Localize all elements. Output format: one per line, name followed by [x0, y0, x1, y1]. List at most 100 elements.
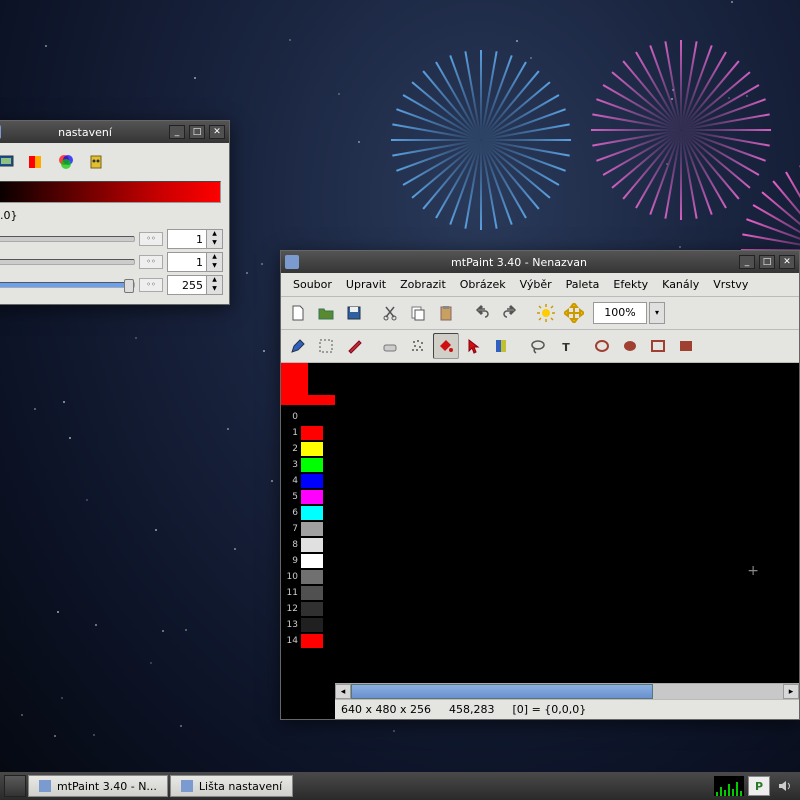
maximize-button[interactable]: □	[759, 255, 775, 269]
pan-icon[interactable]	[561, 300, 587, 326]
menu-paleta[interactable]: Paleta	[560, 276, 606, 293]
taskbar: mtPaint 3.40 - N... Lišta nastavení P	[0, 772, 800, 800]
palette-item[interactable]: 4	[281, 473, 335, 489]
rect-fill-icon[interactable]	[673, 333, 699, 359]
palette-icon[interactable]	[25, 151, 47, 173]
screen-icon[interactable]	[0, 151, 17, 173]
close-button[interactable]: ✕	[209, 125, 225, 139]
undo-icon[interactable]	[469, 300, 495, 326]
spinbox-1[interactable]: ▲▼	[167, 229, 223, 249]
palette-item[interactable]: 9	[281, 553, 335, 569]
tray-icon[interactable]: P	[748, 776, 770, 796]
zoom-dropdown[interactable]: ▾	[649, 302, 665, 324]
maximize-button[interactable]: □	[189, 125, 205, 139]
spinbox-2[interactable]: ▲▼	[167, 252, 223, 272]
scroll-right-button[interactable]: ▸	[783, 684, 799, 699]
slider-row-3: ◦◦ ▲▼	[0, 275, 223, 295]
window-icon	[285, 255, 299, 269]
toolbar-file: 100% ▾	[281, 297, 799, 330]
taskbar-item[interactable]: mtPaint 3.40 - N...	[28, 775, 168, 797]
slider-row-1: ◦◦ ▲▼	[0, 229, 223, 249]
workspace: 01234567891011121314 + ◂ ▸ 640 x 480 x 2…	[281, 363, 799, 719]
palette-item[interactable]: 8	[281, 537, 335, 553]
rgb-icon[interactable]	[55, 151, 77, 173]
volume-icon[interactable]	[774, 776, 796, 796]
horizontal-scrollbar[interactable]: ◂ ▸	[335, 683, 799, 699]
palette-item[interactable]: 13	[281, 617, 335, 633]
crosshair-cursor: +	[747, 563, 759, 579]
scroll-left-button[interactable]: ◂	[335, 684, 351, 699]
new-file-icon[interactable]	[285, 300, 311, 326]
brightness-icon[interactable]	[533, 300, 559, 326]
slider-3[interactable]	[0, 282, 135, 288]
minimize-button[interactable]: _	[169, 125, 185, 139]
ellipse-fill-icon[interactable]	[617, 333, 643, 359]
pencil-icon[interactable]	[285, 333, 311, 359]
svg-text:T: T	[562, 341, 570, 354]
settings-window: nastavení _ □ ✕ 0.0} ◦◦ ▲▼ ◦◦ ▲▼ ◦◦ ▲▼	[0, 120, 230, 305]
fg-color[interactable]	[281, 363, 308, 395]
palette-item[interactable]: 6	[281, 505, 335, 521]
copy-icon[interactable]	[405, 300, 431, 326]
palette-item[interactable]: 11	[281, 585, 335, 601]
palette-item[interactable]: 7	[281, 521, 335, 537]
menu-efekty[interactable]: Efekty	[607, 276, 654, 293]
palette-item[interactable]: 10	[281, 569, 335, 585]
start-button[interactable]	[4, 775, 26, 797]
palette-item[interactable]: 5	[281, 489, 335, 505]
taskbar-item[interactable]: Lišta nastavení	[170, 775, 293, 797]
palette-item[interactable]: 1	[281, 425, 335, 441]
menu-kanály[interactable]: Kanály	[656, 276, 705, 293]
select-icon[interactable]	[313, 333, 339, 359]
eraser-icon[interactable]	[377, 333, 403, 359]
palette-item[interactable]: 3	[281, 457, 335, 473]
palette-item[interactable]: 0	[281, 409, 335, 425]
rect-outline-icon[interactable]	[645, 333, 671, 359]
settings-titlebar[interactable]: nastavení _ □ ✕	[0, 121, 229, 143]
cut-icon[interactable]	[377, 300, 403, 326]
menu-soubor[interactable]: Soubor	[287, 276, 338, 293]
zoom-field[interactable]: 100%	[593, 302, 647, 324]
open-file-icon[interactable]	[313, 300, 339, 326]
close-button[interactable]: ✕	[779, 255, 795, 269]
slider-2[interactable]	[0, 259, 135, 265]
redo-icon[interactable]	[497, 300, 523, 326]
main-window: mtPaint 3.40 - Nenazvan _ □ ✕ SouborUpra…	[280, 250, 800, 720]
settings-title: nastavení	[5, 126, 165, 139]
menu-upravit[interactable]: Upravit	[340, 276, 392, 293]
menu-výběr[interactable]: Výběr	[514, 276, 558, 293]
color-picker-icon[interactable]	[489, 333, 515, 359]
menu-vrstvy[interactable]: Vrstvy	[707, 276, 754, 293]
slider-badge: ◦◦	[139, 278, 163, 292]
bg-color[interactable]	[308, 363, 335, 395]
status-pixel: [0] = {0,0,0}	[513, 703, 587, 716]
palette-item[interactable]: 12	[281, 601, 335, 617]
mask-icon[interactable]	[85, 151, 107, 173]
knife-icon[interactable]	[341, 333, 367, 359]
slider-badge: ◦◦	[139, 255, 163, 269]
paste-icon[interactable]	[433, 300, 459, 326]
coords-label: 0.0}	[0, 209, 223, 226]
gradient-bar[interactable]	[0, 181, 221, 203]
canvas[interactable]: +	[335, 363, 799, 683]
save-file-icon[interactable]	[341, 300, 367, 326]
palette-item[interactable]: 2	[281, 441, 335, 457]
text-icon[interactable]: T	[553, 333, 579, 359]
statusbar: 640 x 480 x 256 458,283 [0] = {0,0,0}	[335, 699, 799, 719]
palette-panel: 01234567891011121314	[281, 363, 335, 719]
menubar: SouborUpravitZobrazitObrázekVýběrPaletaE…	[281, 273, 799, 297]
minimize-button[interactable]: _	[739, 255, 755, 269]
slider-1[interactable]	[0, 236, 135, 242]
pointer-icon[interactable]	[461, 333, 487, 359]
menu-obrázek[interactable]: Obrázek	[454, 276, 512, 293]
menu-zobrazit[interactable]: Zobrazit	[394, 276, 452, 293]
lasso-icon[interactable]	[525, 333, 551, 359]
spinbox-3[interactable]: ▲▼	[167, 275, 223, 295]
fill-icon[interactable]	[433, 333, 459, 359]
color-swatch[interactable]	[281, 363, 335, 405]
main-titlebar[interactable]: mtPaint 3.40 - Nenazvan _ □ ✕	[281, 251, 799, 273]
ellipse-outline-icon[interactable]	[589, 333, 615, 359]
cpu-graph-icon[interactable]	[714, 776, 744, 796]
palette-item[interactable]: 14	[281, 633, 335, 649]
spray-icon[interactable]	[405, 333, 431, 359]
